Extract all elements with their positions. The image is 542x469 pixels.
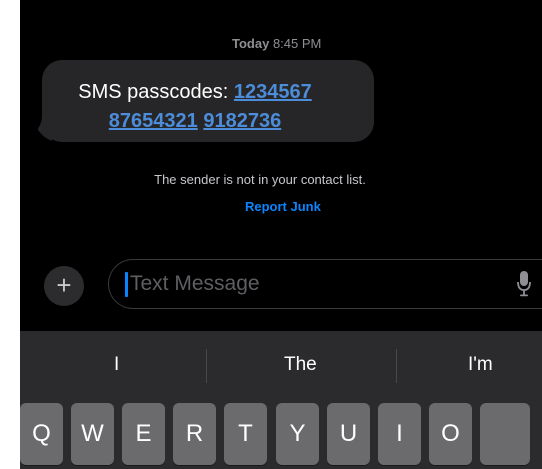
keyboard: I The I'm Q W E R T Y U I O [20,331,542,469]
apps-plus-button[interactable]: + [44,266,84,306]
predictive-text-bar: I The I'm [20,331,542,401]
suggestion-divider [396,349,397,383]
key-p[interactable] [480,403,530,465]
key-q[interactable]: Q [20,403,63,465]
suggestion-2[interactable]: The [284,354,317,376]
messages-screen: Today 8:45 PM SMS passcodes: 1234567 876… [20,0,542,469]
passcode-link-1[interactable]: 1234567 [234,81,312,103]
unknown-sender-notice: The sender is not in your contact list. [154,172,366,187]
passcode-link-2[interactable]: 87654321 [109,110,198,132]
message-prefix: SMS passcodes: [78,81,234,103]
key-t[interactable]: T [224,403,267,465]
report-junk-link[interactable]: Report Junk [245,199,321,214]
suggestion-1[interactable]: I [114,354,119,376]
microphone-icon[interactable] [517,271,531,297]
text-message-placeholder: Text Message [130,272,260,295]
key-i[interactable]: I [378,403,421,465]
key-u[interactable]: U [327,403,370,465]
timestamp-day: Today [232,36,270,51]
message-text: SMS passcodes: 1234567 87654321 9182736 [20,78,370,136]
plus-icon: + [56,270,72,300]
suggestion-divider [206,349,207,383]
text-message-input[interactable]: Text Message [108,259,542,309]
message-timestamp: Today 8:45 PM [232,36,321,51]
suggestion-3[interactable]: I'm [468,354,493,376]
passcode-link-3[interactable]: 9182736 [203,110,281,132]
text-cursor [125,272,128,297]
key-w[interactable]: W [71,403,114,465]
key-o[interactable]: O [429,403,472,465]
timestamp-time: 8:45 PM [272,36,322,51]
key-y[interactable]: Y [276,403,319,465]
key-e[interactable]: E [122,403,165,465]
key-r[interactable]: R [173,403,216,465]
